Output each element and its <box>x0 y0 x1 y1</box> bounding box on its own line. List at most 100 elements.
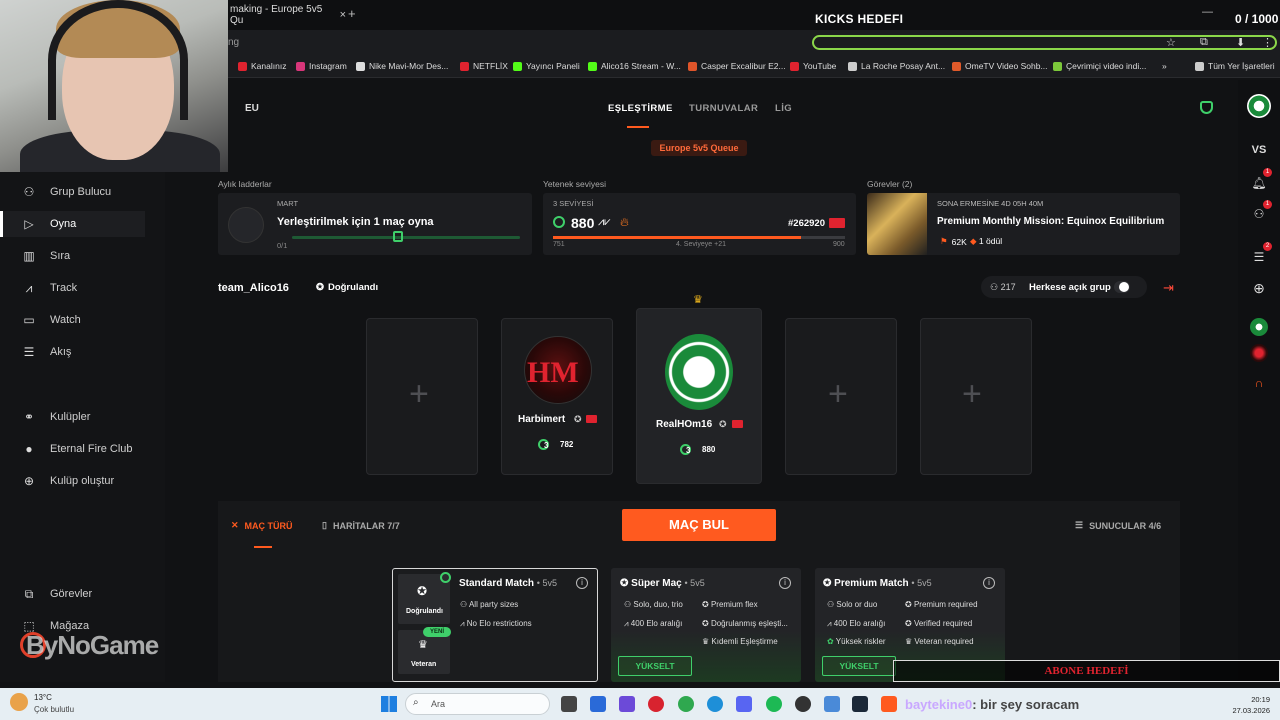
sidebar-item-kulüp-oluştur[interactable]: ⊕ Kulüp oluştur <box>0 468 145 494</box>
bookmark-item[interactable]: Alico16 Stream - W... <box>588 61 681 71</box>
faceit-icon[interactable] <box>881 696 897 712</box>
verified-icon: ✪ <box>417 584 428 598</box>
task-view-icon[interactable] <box>561 696 577 712</box>
bookmark-item[interactable]: Instagram <box>296 61 347 71</box>
extensions-icon[interactable]: ⧉ <box>1200 36 1208 49</box>
bookmark-item[interactable]: Kanalınız <box>238 61 286 71</box>
missions-section-label: Görevler (2) <box>867 179 913 189</box>
add-player-icon[interactable]: + <box>828 375 848 414</box>
feature-text: Veteran required <box>914 637 974 646</box>
bookmark-item[interactable]: Casper Excalibur E2... <box>688 61 786 71</box>
teams-icon[interactable] <box>619 696 635 712</box>
player-name[interactable]: Harbimert <box>518 414 565 425</box>
info-icon[interactable]: i <box>983 577 995 589</box>
sidebar-item-label: Oyna <box>50 218 77 230</box>
headset-icon[interactable]: ∩ <box>1250 376 1268 390</box>
sidebar-item-track[interactable]: ⩘ Track <box>0 275 145 301</box>
tab-maps[interactable]: ▯ HARİTALAR 7/7 <box>322 520 400 531</box>
windows-start-icon[interactable] <box>381 696 397 712</box>
tab-tournaments[interactable]: TURNUVALAR <box>689 103 758 114</box>
bookmark-item[interactable]: La Roche Posay Ant... <box>848 61 945 71</box>
minimize-icon[interactable]: — <box>1202 6 1213 18</box>
obs-icon[interactable] <box>795 696 811 712</box>
bell-icon[interactable]: 🔔︎ <box>1250 176 1268 190</box>
leave-party-icon[interactable]: ⇥ <box>1163 280 1174 296</box>
sidebar-item-watch[interactable]: ▭ Watch <box>0 307 145 333</box>
weather-icon[interactable] <box>10 693 28 711</box>
menu-kebab-icon[interactable]: ⋮ <box>1262 36 1273 49</box>
discord-icon[interactable] <box>736 696 752 712</box>
taskbar-search[interactable] <box>405 693 550 715</box>
party-icon[interactable]: ☰ <box>1250 250 1268 264</box>
lock-icon <box>393 231 403 242</box>
team-name[interactable]: team_Alico16 <box>218 282 289 294</box>
bookmark-item[interactable]: Nike Mavi-Mor Des... <box>356 61 448 71</box>
upgrade-button[interactable]: YÜKSELT <box>618 656 692 676</box>
chat-avatar-bursaspor[interactable] <box>1250 318 1268 336</box>
spotify-icon[interactable] <box>766 696 782 712</box>
bookmark-item[interactable]: YouTube <box>790 61 836 71</box>
steam-icon[interactable] <box>852 696 868 712</box>
browser-tab[interactable]: making - Europe 5v5 Qu × <box>228 4 346 26</box>
app-icon[interactable] <box>590 696 606 712</box>
tab-close-icon[interactable]: × <box>340 9 346 21</box>
sidebar-item-oyna[interactable]: ▷ Oyna <box>0 211 145 237</box>
public-group-toggle[interactable] <box>1114 281 1130 293</box>
sidebar-item-kulüpler[interactable]: ⚭ Kulüpler <box>0 404 145 430</box>
download-icon[interactable]: ⬇ <box>1236 36 1245 49</box>
player-name[interactable]: RealHOm16 <box>656 419 712 430</box>
bookmark-item[interactable]: NETFLİX <box>460 61 508 71</box>
star-icon[interactable]: ☆ <box>1166 36 1176 49</box>
sidebar-item-akış[interactable]: ☰ Akış <box>0 339 145 365</box>
bookmark-item[interactable]: OmeTV Video Sohb... <box>952 61 1048 71</box>
feature: ♛ Kıdemli Eşleştirme <box>702 637 778 646</box>
opera-icon[interactable] <box>648 696 664 712</box>
profile-avatar[interactable] <box>1247 94 1271 118</box>
sidebar-item-görevler[interactable]: ⧉ Görevler <box>0 581 145 607</box>
shield-icon[interactable] <box>1200 101 1213 114</box>
add-player-icon[interactable]: + <box>962 375 982 414</box>
bookmark-item[interactable]: Yayıncı Paneli <box>513 61 580 71</box>
taskbar-clock[interactable]: 20:19 27.03.2026 <box>1230 694 1270 716</box>
info-icon[interactable]: i <box>576 577 588 589</box>
chat-username: baytekine0 <box>905 697 973 712</box>
bookmark-item[interactable]: Tüm Yer İşaretleri <box>1195 61 1275 71</box>
edge-icon[interactable] <box>707 696 723 712</box>
sidebar-item-eternal-fire-club[interactable]: ● Eternal Fire Club <box>0 436 145 462</box>
add-circle-icon[interactable]: ⊕ <box>1250 280 1268 297</box>
vs-icon[interactable]: VS <box>1250 144 1268 156</box>
sidebar-item-sıra[interactable]: ▥ Sıra <box>0 243 145 269</box>
bookmark-favicon-icon <box>1195 61 1204 71</box>
feature-text: Premium required <box>913 600 978 609</box>
skill-level-text: 3 SEVİYESİ <box>553 199 594 208</box>
upgrade-button[interactable]: YÜKSELT <box>822 656 896 676</box>
sidebar-item-label: Watch <box>50 314 81 326</box>
chat-avatar-hm[interactable] <box>1250 344 1268 362</box>
add-player-icon[interactable]: + <box>409 375 429 414</box>
tab-matchmaking[interactable]: EŞLEŞTİRME <box>608 103 673 114</box>
sidebar-item-label: Görevler <box>50 588 93 600</box>
tab-match-type[interactable]: ✕ MAÇ TÜRÜ <box>231 520 293 531</box>
sidebar-item-grup-bulucu[interactable]: ⚇ Grup Bulucu <box>0 179 145 205</box>
verified-icon: ✪ <box>316 282 324 293</box>
region-selector[interactable]: EU <box>245 103 259 114</box>
bookmark-label: Kanalınız <box>251 61 287 71</box>
info-icon[interactable]: i <box>779 577 791 589</box>
stream-chat-message: baytekine0: bir şey soracam <box>905 697 1079 712</box>
party-badge: 2 <box>1263 242 1272 251</box>
feature: ⚇ Solo or duo <box>827 600 878 609</box>
tab-servers[interactable]: ☰ SUNUCULAR 4/6 <box>1075 520 1161 531</box>
tab-league[interactable]: LİG <box>775 103 792 114</box>
find-match-button[interactable]: MAÇ BUL <box>622 509 776 541</box>
notification-badge: 1 <box>1263 168 1272 177</box>
bookmark-item[interactable]: Çevrimiçi video indi... <box>1053 61 1146 71</box>
url-field[interactable]: ng <box>228 37 239 48</box>
app-icon[interactable] <box>824 696 840 712</box>
new-tab-button[interactable]: + <box>348 6 356 21</box>
bookmark-item[interactable]: » <box>1162 61 1167 71</box>
group-count: ⚇ 217 <box>990 282 1016 292</box>
queue-badge[interactable]: Europe 5v5 Queue <box>651 140 747 156</box>
friends-icon[interactable]: ⚇ <box>1250 207 1268 221</box>
chrome-icon[interactable] <box>678 696 694 712</box>
kicks-goal-label: KICKS HEDEFI <box>815 12 904 26</box>
